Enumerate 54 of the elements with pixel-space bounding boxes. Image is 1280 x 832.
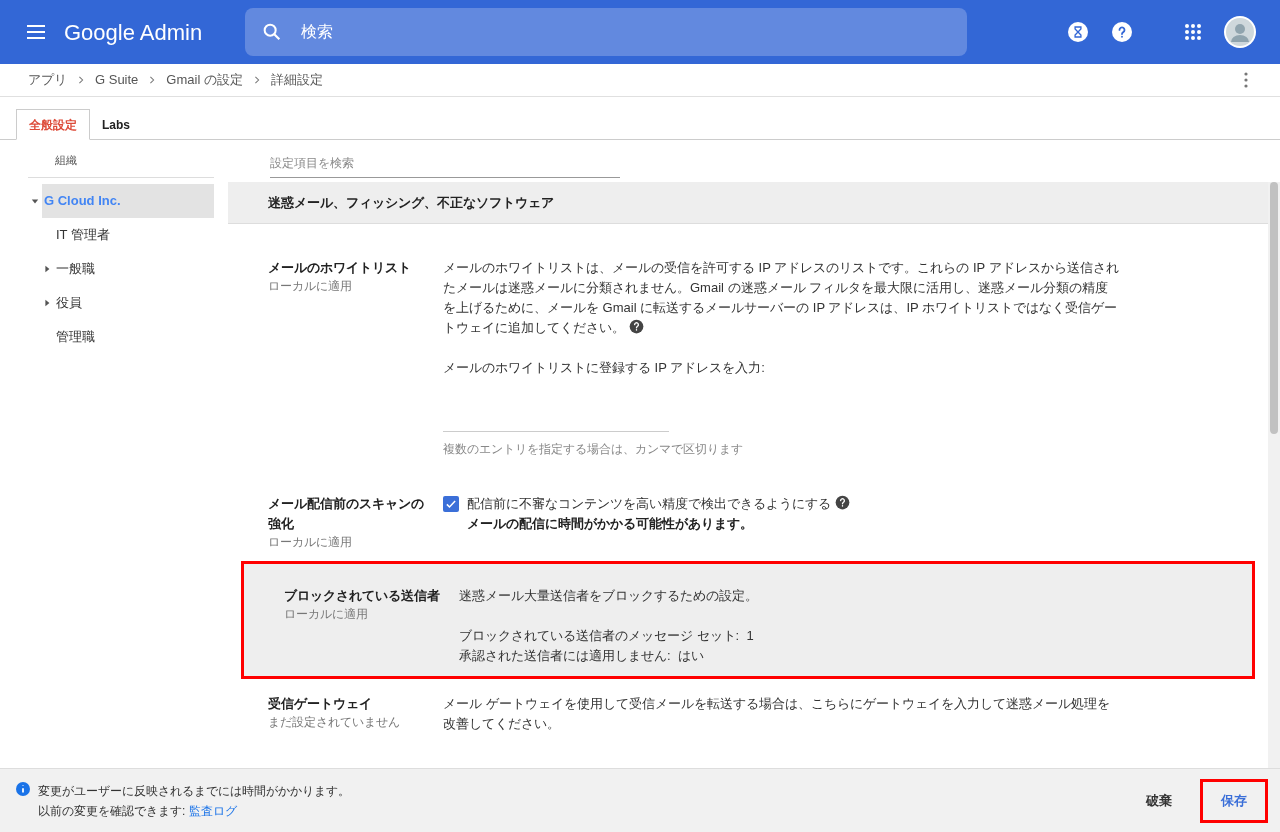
footer-notice: 変更がユーザーに反映されるまでには時間がかかります。 bbox=[38, 783, 350, 800]
info-icon bbox=[16, 782, 30, 796]
more-vertical-icon[interactable] bbox=[1244, 72, 1248, 88]
checkbox[interactable] bbox=[443, 495, 459, 512]
hourglass-icon[interactable] bbox=[1068, 22, 1088, 42]
org-unit-item[interactable]: 管理職 bbox=[54, 320, 214, 354]
setting-title: ブロックされている送信者 bbox=[284, 586, 441, 605]
help-icon[interactable] bbox=[629, 319, 644, 334]
hint-text: 複数のエントリを指定する場合は、カンマで区切ります bbox=[443, 440, 744, 458]
apps-grid-icon[interactable] bbox=[1184, 23, 1202, 41]
setting-title: メールのホワイトリスト bbox=[268, 259, 412, 277]
audit-log-link[interactable]: 監査ログ bbox=[189, 801, 238, 821]
caret-right-icon[interactable] bbox=[43, 265, 51, 273]
chevron-right-icon bbox=[148, 76, 157, 84]
warning-text: メールの配信に時間がかかる可能性があります。 bbox=[467, 514, 754, 533]
setting-title: 受信ゲートウェイ bbox=[268, 694, 373, 713]
chevron-right-icon bbox=[252, 76, 261, 84]
breadcrumb-link[interactable]: 詳細設定 bbox=[270, 70, 323, 90]
field-label: メールのホワイトリストに登録する IP アドレスを入力: bbox=[443, 359, 766, 377]
footer-notice: 以前の変更を確認できます: bbox=[38, 803, 186, 820]
description-text: 迷惑メール大量送信者をブロックするための設定。 bbox=[459, 586, 759, 605]
save-button[interactable]: 保存 bbox=[1200, 778, 1268, 823]
setting-scope: ローカルに適用 bbox=[284, 605, 369, 622]
description-text: メール ゲートウェイを使用して受信メールを転送する場合は、こちらにゲートウェイを入力して迷惑メール処理を改善してください。 bbox=[443, 694, 1111, 733]
breadcrumb-link[interactable]: アプリ bbox=[28, 70, 67, 90]
description-text: メールのホワイトリストは、メールの受信を許可する IP アドレスのリストです。これらの IP アドレスから送信されたメールは迷惑メールに分類されません。Gmail の迷惑メール フィルタを最大限に活用し、迷惑メール分類の精度を上げるために、メールを Gmail に転送するメールサーバーの IP アドレスは、IP ホワイトリストではなく受信ゲートウェイに追加してください。 bbox=[443, 259, 1120, 337]
app-logo[interactable]: Google Admin bbox=[64, 15, 245, 49]
scrollbar-thumb[interactable] bbox=[1270, 182, 1278, 434]
checkbox-label: 配信前に不審なコンテンツを高い精度で検出できるようにする bbox=[467, 493, 850, 514]
discard-button[interactable]: 破棄 bbox=[1134, 782, 1184, 819]
tab[interactable]: Labs bbox=[90, 109, 142, 140]
sidebar-heading: 組織 bbox=[55, 153, 77, 169]
caret-right-icon[interactable] bbox=[43, 299, 51, 307]
help-icon[interactable] bbox=[835, 494, 850, 510]
org-unit-item[interactable]: IT 管理者 bbox=[54, 218, 214, 252]
search-icon bbox=[261, 21, 283, 43]
section-title: 迷惑メール、フィッシング、不正なソフトウェア bbox=[268, 193, 554, 212]
avatar-icon[interactable] bbox=[1224, 16, 1256, 48]
tab[interactable]: 全般設定 bbox=[16, 109, 90, 140]
setting-value: ブロックされている送信者のメッセージ セット: 1 bbox=[459, 626, 755, 645]
setting-value: 承認された送信者には適用しません: はい bbox=[459, 646, 705, 665]
org-unit-item[interactable]: 役員 bbox=[54, 286, 214, 320]
chevron-right-icon bbox=[77, 76, 85, 84]
setting-scope: ローカルに適用 bbox=[268, 278, 353, 294]
breadcrumb-link[interactable]: Gmail の設定 bbox=[166, 70, 243, 90]
setting-scope: ローカルに適用 bbox=[268, 533, 353, 550]
help-icon[interactable] bbox=[1112, 22, 1132, 42]
search-field[interactable]: 検索 bbox=[245, 8, 967, 56]
caret-down-icon[interactable] bbox=[31, 197, 39, 205]
settings-search-field[interactable]: 設定項目を検索 bbox=[270, 148, 620, 178]
setting-scope: まだ設定されていません bbox=[268, 713, 401, 730]
setting-title: メール配信前のスキャンの強化 bbox=[268, 494, 425, 533]
breadcrumb-link[interactable]: G Suite bbox=[95, 70, 139, 90]
org-unit-item[interactable]: 一般職 bbox=[54, 252, 214, 286]
